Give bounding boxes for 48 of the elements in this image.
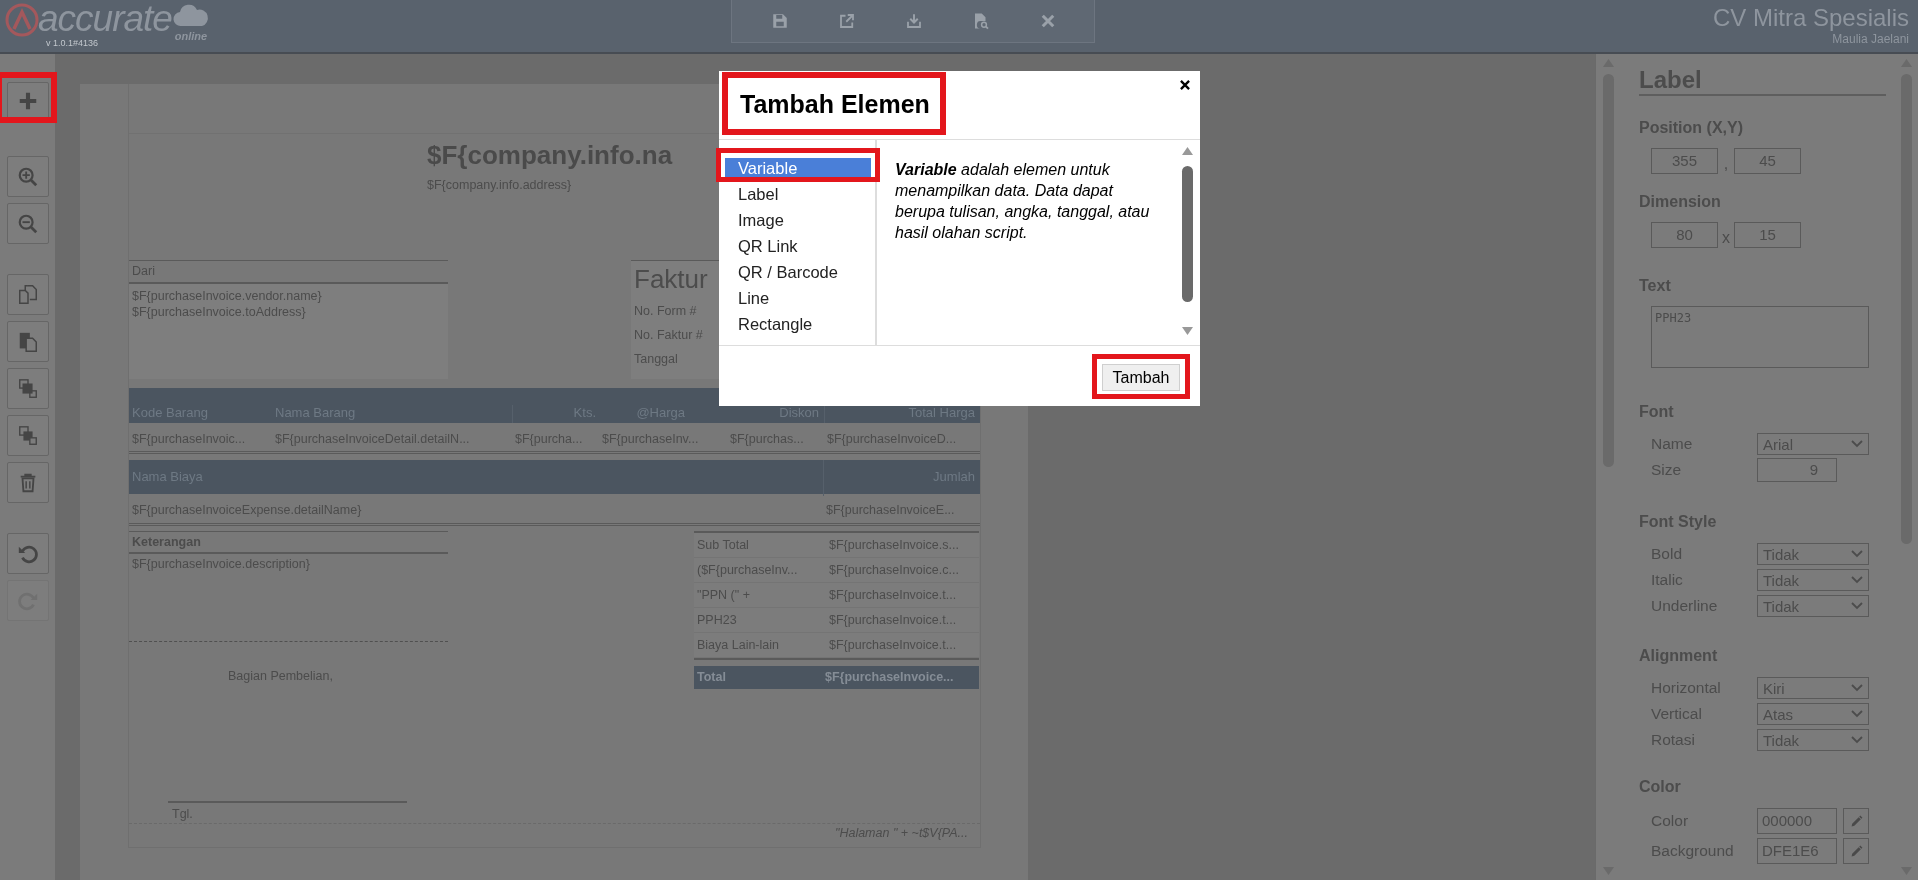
list-item[interactable]: QR Link [725, 236, 871, 257]
total-value: $F{purchaseInvoice... [824, 669, 955, 686]
color-picker-button[interactable] [1843, 838, 1869, 864]
total-label: Total [696, 669, 727, 686]
tray-down-arrow-icon [904, 12, 923, 30]
zoom-out-button[interactable] [6, 203, 49, 244]
send-to-back-button[interactable] [6, 415, 49, 456]
paste-button[interactable] [6, 321, 49, 362]
copy-icon [16, 283, 39, 306]
dialog-title: Tambah Elemen [740, 89, 930, 120]
add-button[interactable]: Tambah [1102, 364, 1180, 391]
zoom-in-button[interactable] [6, 156, 49, 197]
list-item[interactable]: Label [725, 184, 871, 205]
bring-to-front-button[interactable] [6, 368, 49, 409]
zoom-in-icon [16, 165, 39, 188]
copy-button[interactable] [6, 274, 49, 315]
chevron-down-icon [1851, 440, 1863, 448]
list-item[interactable]: Variable [725, 158, 871, 179]
list-item[interactable]: Image [725, 210, 871, 231]
send-to-back-icon [16, 424, 39, 447]
color-picker-button[interactable] [1843, 808, 1869, 834]
chevron-down-icon [1851, 602, 1863, 610]
list-item[interactable]: Line [725, 288, 871, 309]
chevron-down-icon [1851, 576, 1863, 584]
list-item[interactable]: Rectangle [725, 314, 871, 335]
separator-label: , [1722, 154, 1730, 174]
chevron-down-icon [1851, 710, 1863, 718]
close-icon [1178, 78, 1192, 92]
scroll-down-arrow-icon[interactable] [1181, 326, 1194, 336]
delete-button[interactable] [6, 462, 49, 503]
bring-to-front-icon [16, 377, 39, 400]
cloud-icon [171, 4, 210, 28]
logo-icon [4, 2, 40, 38]
chevron-down-icon [1851, 684, 1863, 692]
pencil-icon [1849, 844, 1863, 858]
scrollbar[interactable] [1180, 146, 1195, 336]
undo-button[interactable] [6, 533, 49, 574]
box-arrow-icon [837, 12, 856, 30]
chevron-down-icon [1851, 736, 1863, 744]
pencil-icon [1849, 814, 1863, 828]
description-text: Variable adalah elemen untuk menampilkan data. Data dapat berupa tulisan, angka, tanggal, atau hasil olahan script. [895, 160, 1151, 243]
close-button[interactable] [1178, 78, 1192, 92]
list-item[interactable]: QR / Barcode [725, 262, 871, 283]
version-label: v 1.0.1#4136 [46, 38, 100, 48]
scroll-up-arrow-icon[interactable] [1181, 146, 1194, 156]
zoom-out-icon [16, 212, 39, 235]
add-button[interactable] [6, 82, 49, 120]
chevron-down-icon [1851, 550, 1863, 558]
